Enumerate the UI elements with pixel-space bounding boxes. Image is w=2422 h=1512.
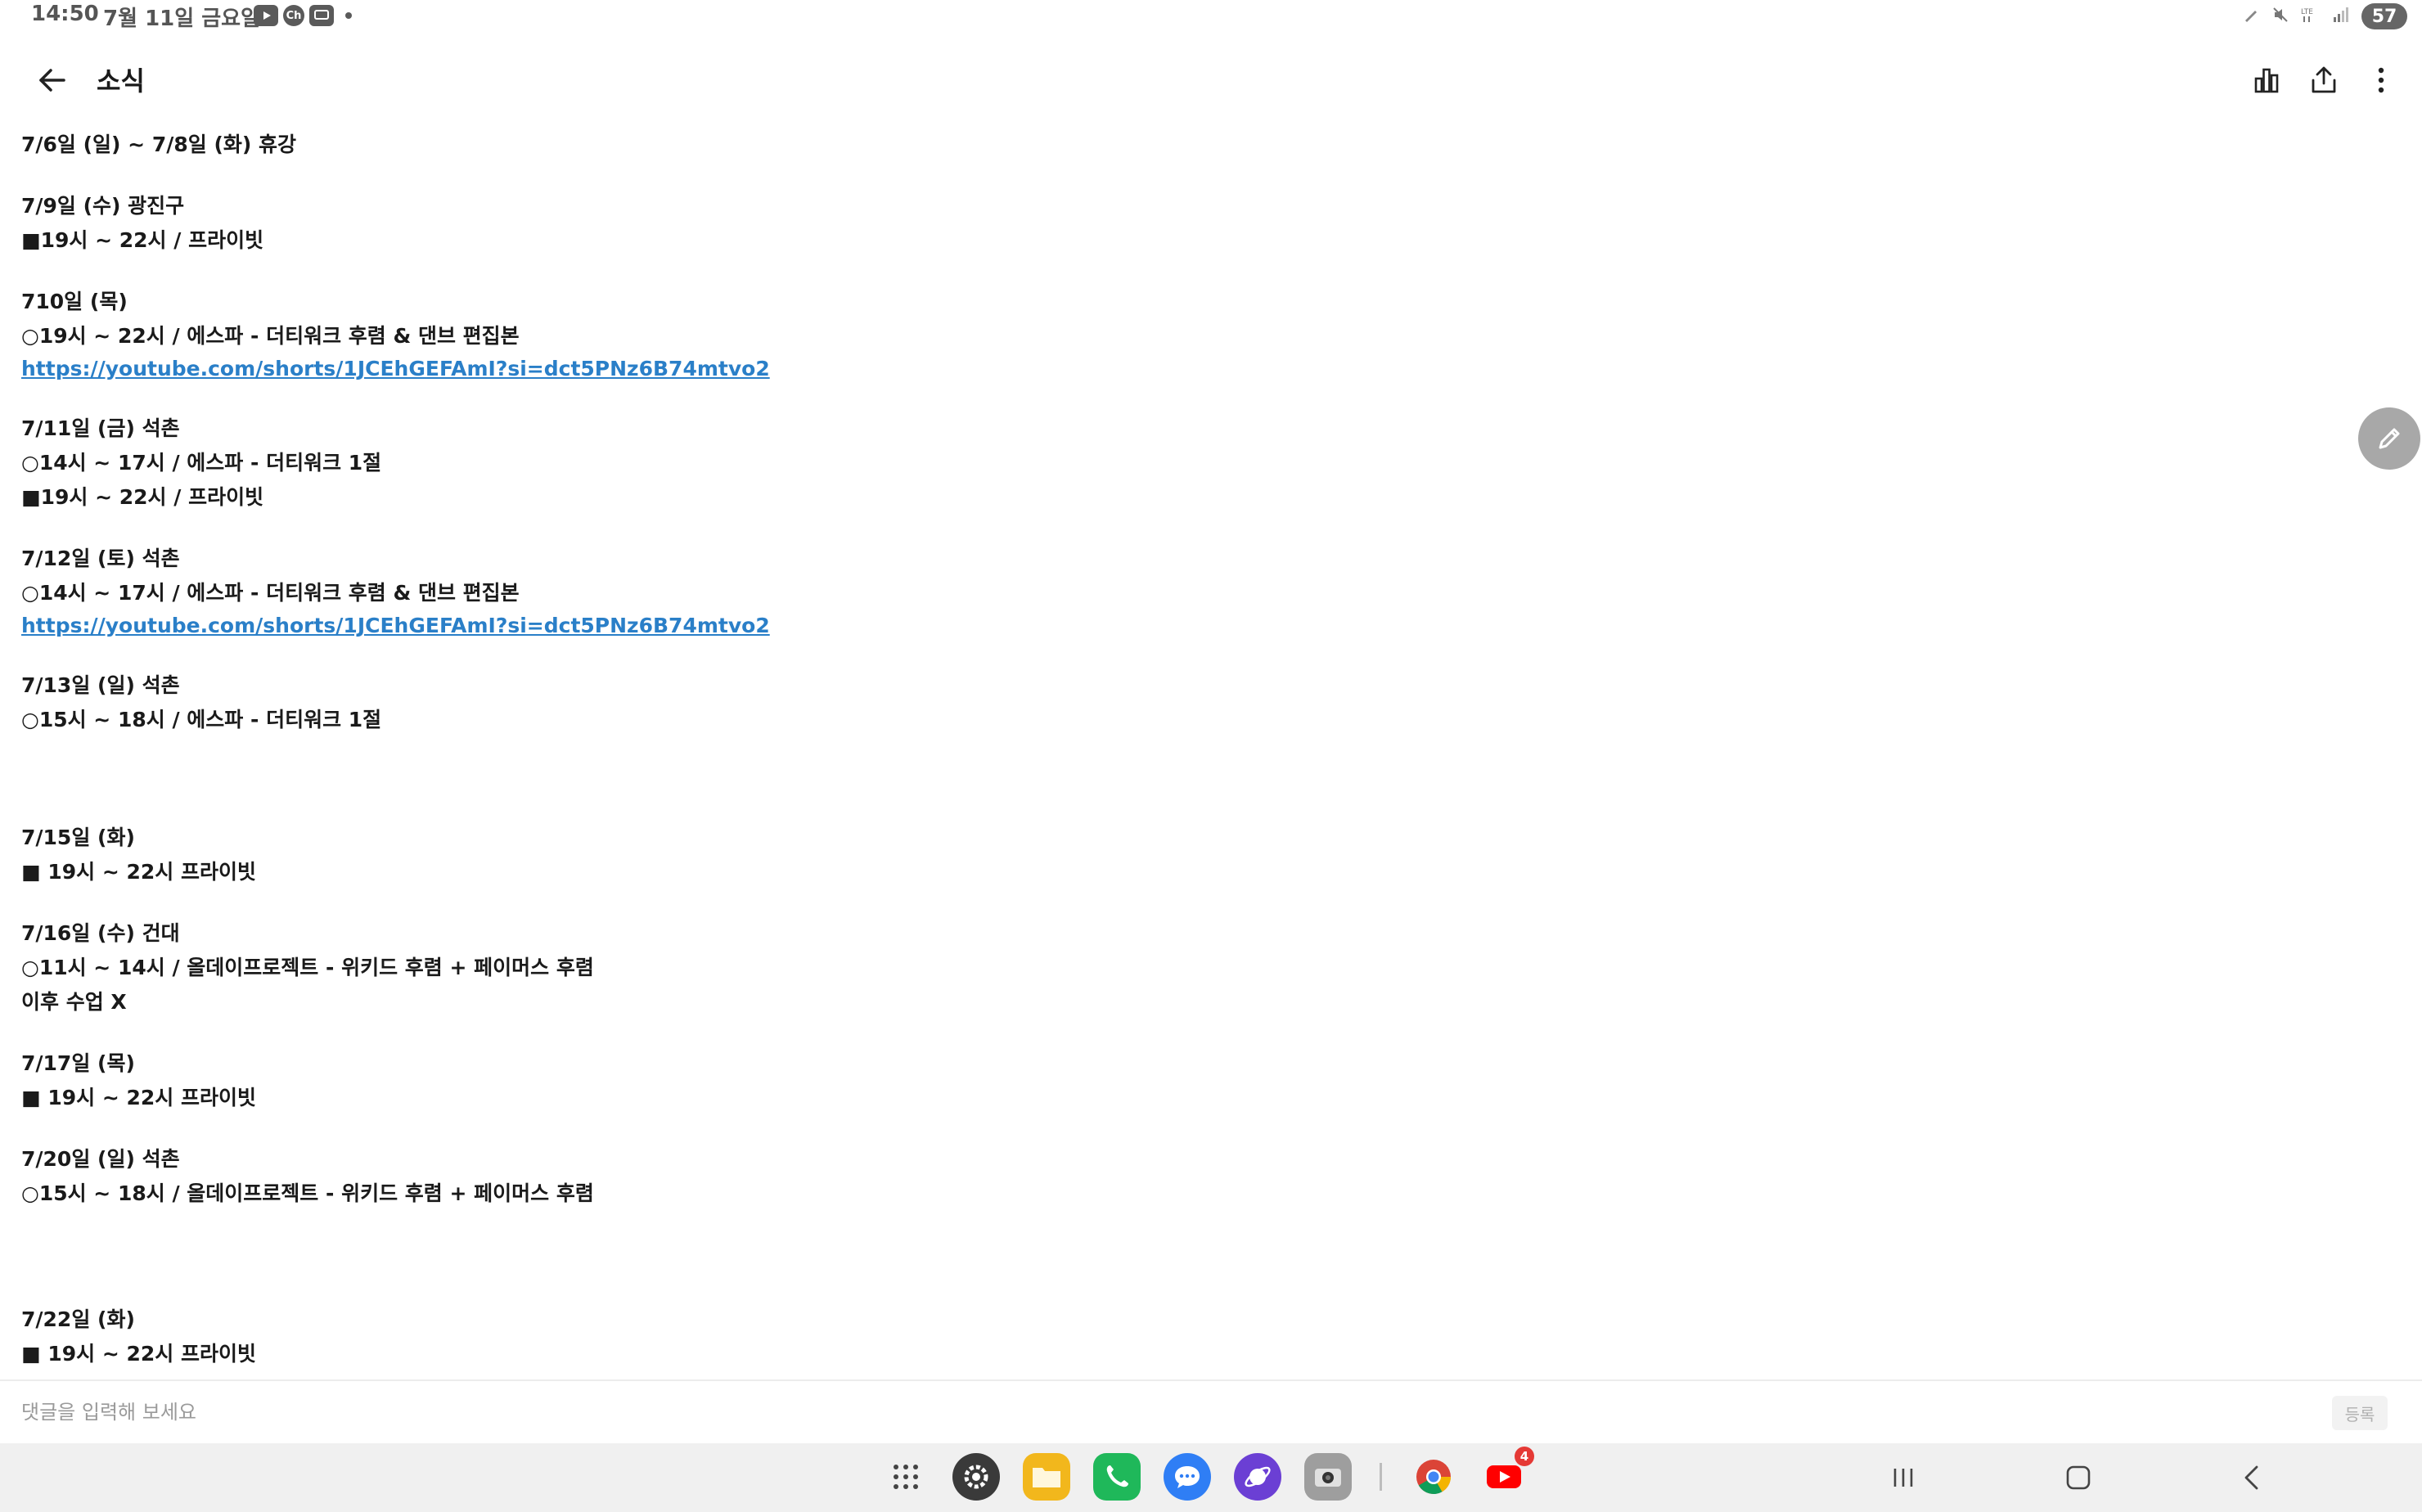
post-link[interactable]: https://youtube.com/shorts/1JCEhGEFAmI?s…	[21, 353, 2361, 385]
post-line: 7/20일 (일) 석촌	[21, 1147, 180, 1171]
settings-app[interactable]	[952, 1453, 1000, 1501]
page-title: 소식	[97, 65, 145, 97]
post-line: ○11시 ~ 14시 / 올데이프로젝트 - 위키드 후렴 + 페이머스 후렴	[21, 956, 594, 979]
folder-icon	[1033, 1468, 1060, 1487]
chevron-left-icon	[2244, 1465, 2258, 1490]
grid-dots-icon	[894, 1465, 918, 1489]
post-line: 7/11일 (금) 석촌	[21, 416, 180, 440]
post-spacer	[21, 515, 2361, 542]
phone-app[interactable]	[1093, 1453, 1141, 1501]
pencil-icon	[2379, 428, 2400, 449]
dock-separator	[1380, 1463, 1382, 1491]
files-app[interactable]	[1023, 1453, 1070, 1501]
svg-text:LTE: LTE	[2301, 8, 2313, 16]
post-spacer	[21, 1115, 2361, 1142]
signal-icon	[2332, 6, 2350, 28]
recent-apps-icon	[1893, 1469, 1913, 1487]
notification-badge: 4	[1515, 1447, 1534, 1466]
browser-app[interactable]	[1234, 1453, 1281, 1501]
post-line: ○14시 ~ 17시 / 에스파 - 더티워크 1절	[21, 451, 382, 475]
post-line: 7/13일 (일) 석촌	[21, 673, 180, 697]
system-status: LTE 57	[2242, 3, 2407, 29]
post-line: 7/16일 (수) 건대	[21, 921, 180, 945]
lte-icon: LTE	[2301, 6, 2321, 28]
post-line: ■ 19시 ~ 22시 프라이빗	[21, 1342, 256, 1366]
stats-button[interactable]	[2244, 57, 2289, 103]
chrome-icon	[1416, 1460, 1451, 1495]
post-line: 7/22일 (화)	[21, 1307, 135, 1331]
bar-chart-icon	[2254, 68, 2279, 93]
messenger-icon	[309, 5, 334, 26]
taskbar: 4	[0, 1443, 2422, 1512]
post-line: 7/12일 (토) 석촌	[21, 547, 180, 570]
arrow-left-icon	[39, 69, 65, 92]
share-button[interactable]	[2301, 57, 2347, 103]
back-button[interactable]	[29, 57, 75, 103]
post-spacer	[21, 162, 2361, 189]
status-bar: 14:50 7월 11일 금요일 Ch LTE 57	[0, 0, 2422, 34]
post-spacer	[21, 737, 2361, 821]
post-line: 7/15일 (화)	[21, 826, 135, 849]
comment-input[interactable]	[21, 1394, 2312, 1430]
post-line: ○15시 ~ 18시 / 올데이프로젝트 - 위키드 후렴 + 페이머스 후렴	[21, 1181, 594, 1205]
youtube-icon	[1487, 1465, 1521, 1488]
comment-bar: 등록	[0, 1379, 2422, 1443]
status-time: 14:50	[31, 2, 99, 26]
app-bar: 소식	[0, 46, 2422, 115]
post-spacer	[21, 641, 2361, 668]
messages-app[interactable]	[1164, 1453, 1211, 1501]
post-link[interactable]: https://youtube.com/shorts/1JCEhGEFAmI?s…	[21, 610, 2361, 641]
camera-icon	[1315, 1469, 1341, 1487]
battery-indicator: 57	[2361, 3, 2407, 29]
home-square-icon	[2066, 1465, 2091, 1490]
post-line: ○15시 ~ 18시 / 에스파 - 더티워크 1절	[21, 708, 382, 731]
chrome-app[interactable]	[1410, 1453, 1457, 1501]
post-spacer	[21, 258, 2361, 285]
post-line: 710일 (목)	[21, 290, 128, 313]
status-date: 7월 11일 금요일	[103, 7, 260, 31]
post-body: 7/6일 (일) ~ 7/8일 (화) 휴강 7/9일 (수) 광진구 ■19시 ~…	[21, 128, 2361, 1371]
youtube-app[interactable]: 4	[1480, 1447, 1534, 1501]
post-spacer	[21, 385, 2361, 412]
app-drawer-button[interactable]	[882, 1453, 930, 1501]
gear-icon	[964, 1465, 988, 1489]
chat-bubble-icon	[1175, 1466, 1200, 1488]
more-vertical-icon	[2378, 67, 2384, 93]
camera-app[interactable]	[1304, 1453, 1352, 1501]
post-line: 이후 수업 X	[21, 990, 127, 1014]
pen-icon	[2242, 6, 2260, 28]
notification-icons: Ch	[254, 5, 352, 26]
chzzk-icon: Ch	[283, 5, 304, 26]
phone-icon	[1106, 1465, 1128, 1487]
home-button[interactable]	[2054, 1455, 2103, 1501]
planet-icon	[1245, 1466, 1271, 1487]
post-spacer	[21, 1019, 2361, 1046]
post-line: 7/9일 (수) 광진구	[21, 194, 185, 218]
post-line: ■19시 ~ 22시 / 프라이빗	[21, 485, 264, 509]
post-line: 7/6일 (일) ~ 7/8일 (화) 휴강	[21, 133, 297, 156]
share-icon	[2312, 66, 2336, 93]
post-line: ■19시 ~ 22시 / 프라이빗	[21, 228, 264, 252]
app-dock: 4	[882, 1447, 1534, 1501]
post-line: ○19시 ~ 22시 / 에스파 - 더티워크 후렴 & 댄브 편집본	[21, 324, 520, 348]
post-spacer	[21, 889, 2361, 916]
more-options-button[interactable]	[2358, 57, 2404, 103]
recent-apps-button[interactable]	[1879, 1455, 1928, 1501]
post-line: ■ 19시 ~ 22시 프라이빗	[21, 1086, 256, 1109]
more-notifications-dot	[345, 12, 352, 19]
comment-submit-button[interactable]: 등록	[2332, 1396, 2388, 1430]
youtube-icon	[254, 5, 278, 26]
mute-icon	[2271, 6, 2289, 28]
edit-fab-button[interactable]	[2358, 407, 2420, 470]
app-bar-actions	[2244, 57, 2404, 103]
post-line: ■ 19시 ~ 22시 프라이빗	[21, 860, 256, 884]
post-line: ○14시 ~ 17시 / 에스파 - 더티워크 후렴 & 댄브 편집본	[21, 581, 520, 605]
post-line: 7/17일 (목)	[21, 1051, 135, 1075]
post-spacer	[21, 1211, 2361, 1303]
nav-back-button[interactable]	[2227, 1455, 2276, 1501]
